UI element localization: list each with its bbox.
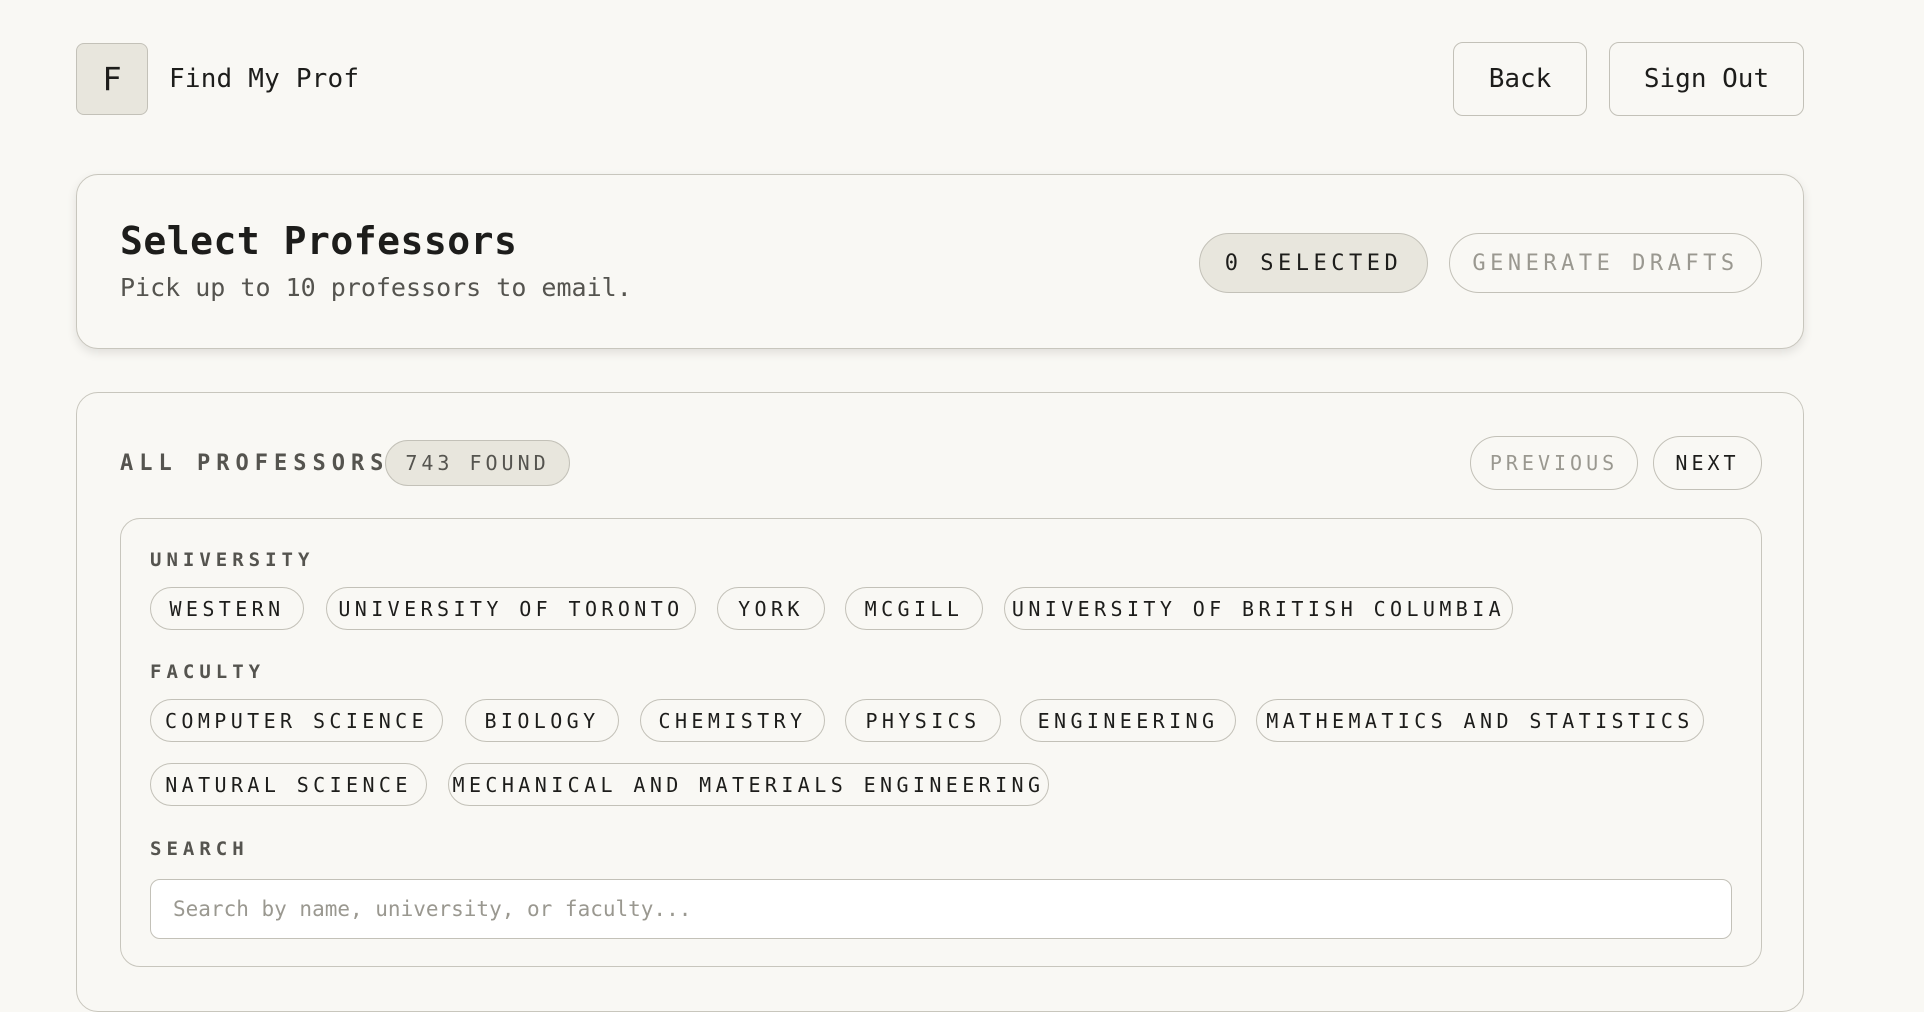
faculty-chip-computer-science[interactable]: COMPUTER SCIENCE [150, 699, 443, 742]
faculty-chip-natural-science[interactable]: NATURAL SCIENCE [150, 763, 427, 806]
section-heading: ALL PROFESSORS [120, 451, 390, 476]
app-title: Find My Prof [169, 64, 360, 94]
faculty-chip-biology[interactable]: BIOLOGY [465, 699, 619, 742]
university-filter-label: UNIVERSITY [150, 549, 315, 571]
generate-drafts-button[interactable]: GENERATE DRAFTS [1449, 233, 1762, 293]
select-professors-card: Select Professors Pick up to 10 professo… [76, 174, 1804, 349]
faculty-filter-label: FACULTY [150, 661, 266, 683]
filters-panel: UNIVERSITY WESTERN UNIVERSITY OF TORONTO… [120, 518, 1762, 967]
search-input[interactable] [150, 879, 1732, 939]
results-count-badge: 743 FOUND [385, 440, 570, 486]
top-bar: F Find My Prof Back Sign Out [76, 42, 1804, 116]
faculty-chip-mathematics-statistics[interactable]: MATHEMATICS AND STATISTICS [1256, 699, 1704, 742]
page-subtitle: Pick up to 10 professors to email. [120, 273, 632, 302]
search-filter-label: SEARCH [150, 838, 249, 860]
sign-out-button[interactable]: Sign Out [1609, 42, 1804, 116]
previous-page-button[interactable]: PREVIOUS [1470, 436, 1638, 490]
all-professors-card: ALL PROFESSORS 743 FOUND PREVIOUS NEXT U… [76, 392, 1804, 1012]
faculty-chip-physics[interactable]: PHYSICS [845, 699, 1001, 742]
faculty-chip-engineering[interactable]: ENGINEERING [1020, 699, 1236, 742]
selected-count-badge: 0 SELECTED [1199, 233, 1428, 293]
back-button[interactable]: Back [1453, 42, 1587, 116]
faculty-chip-chemistry[interactable]: CHEMISTRY [640, 699, 825, 742]
university-chip-york[interactable]: YORK [717, 587, 825, 630]
university-chip-toronto[interactable]: UNIVERSITY OF TORONTO [326, 587, 696, 630]
header-actions: Back Sign Out [1453, 42, 1804, 116]
page-title: Select Professors [120, 219, 518, 263]
faculty-chip-mechanical-materials-engineering[interactable]: MECHANICAL AND MATERIALS ENGINEERING [448, 763, 1049, 806]
app-logo: F [76, 43, 148, 115]
university-chip-mcgill[interactable]: MCGILL [845, 587, 983, 630]
university-chip-western[interactable]: WESTERN [150, 587, 304, 630]
university-chip-ubc[interactable]: UNIVERSITY OF BRITISH COLUMBIA [1004, 587, 1513, 630]
next-page-button[interactable]: NEXT [1653, 436, 1762, 490]
brand: F Find My Prof [76, 43, 359, 115]
